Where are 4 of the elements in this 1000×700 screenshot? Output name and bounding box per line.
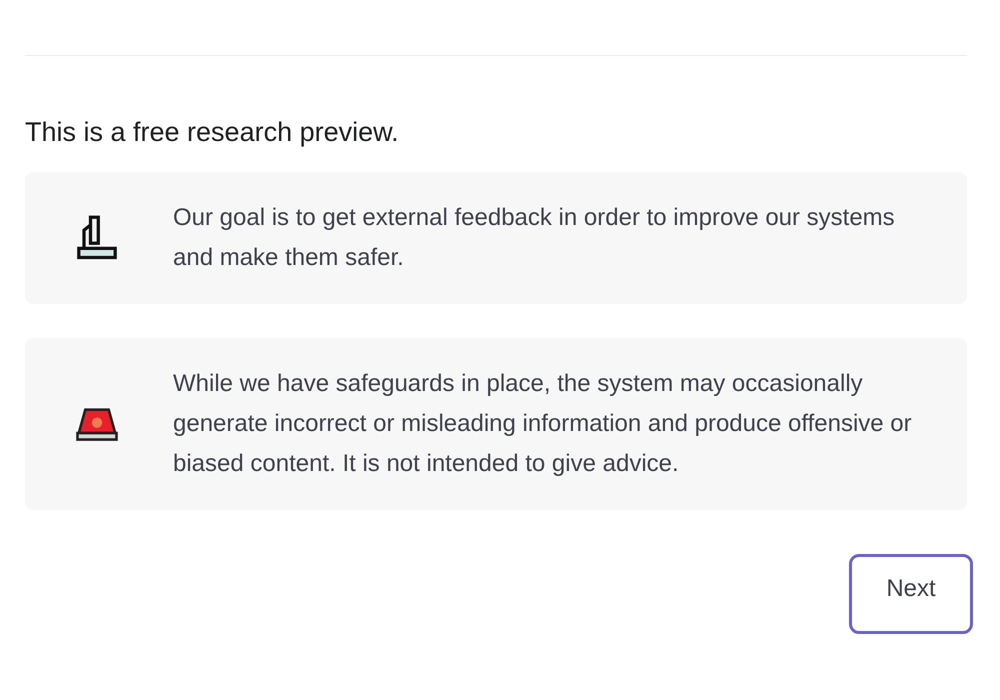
next-button[interactable]: Next: [849, 554, 973, 634]
heading: This is a free research preview.: [25, 116, 400, 149]
notice-text: While we have safeguards in place, the system may occasionally generate incorrect or misleading information and produce offensive or biased content. It is not intended to give advice.: [173, 369, 913, 479]
notice-text: Our goal is to get external feedback in order to improve our systems and make them safer.: [173, 203, 896, 273]
